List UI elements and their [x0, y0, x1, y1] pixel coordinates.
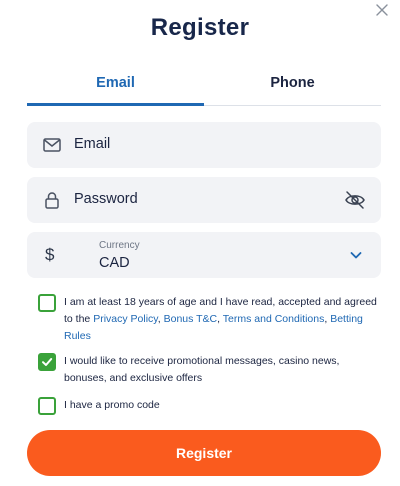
- page-title: Register: [150, 14, 250, 41]
- bonus-tc-link[interactable]: Bonus T&C: [164, 313, 218, 325]
- register-button[interactable]: Register: [27, 430, 381, 476]
- dollar-icon: $: [45, 245, 55, 264]
- currency-label: Currency: [99, 240, 140, 251]
- promo-messages-text: I would like to receive promotional mess…: [64, 355, 340, 384]
- tab-bar: Email Phone: [27, 72, 381, 106]
- mail-icon: [42, 135, 62, 155]
- terms-link[interactable]: Terms and Conditions: [223, 313, 325, 325]
- password-field[interactable]: Password: [27, 177, 381, 223]
- currency-value: CAD: [99, 255, 130, 271]
- age-consent-checkbox[interactable]: [38, 294, 56, 312]
- promo-code-checkbox[interactable]: [38, 397, 56, 415]
- promo-messages-row: I would like to receive promotional mess…: [38, 353, 378, 387]
- password-placeholder: Password: [74, 191, 138, 207]
- tab-email[interactable]: Email: [27, 72, 204, 106]
- tab-phone[interactable]: Phone: [204, 72, 381, 106]
- currency-select[interactable]: $ Currency CAD: [27, 232, 381, 278]
- email-placeholder: Email: [74, 136, 111, 152]
- email-field[interactable]: Email: [27, 122, 381, 168]
- age-consent-text: I am at least 18 years of age and I have…: [64, 294, 380, 345]
- promo-messages-checkbox[interactable]: [38, 353, 56, 371]
- promo-code-row: I have a promo code: [38, 397, 378, 417]
- promo-code-text: I have a promo code: [64, 399, 160, 411]
- lock-icon: [42, 190, 62, 210]
- chevron-down-icon: [349, 248, 363, 262]
- tab-active-indicator: [27, 103, 204, 106]
- privacy-policy-link[interactable]: Privacy Policy: [93, 313, 158, 325]
- age-consent-row: I am at least 18 years of age and I have…: [38, 294, 378, 346]
- checkmark-icon: [42, 358, 53, 366]
- eye-off-icon[interactable]: [344, 190, 366, 210]
